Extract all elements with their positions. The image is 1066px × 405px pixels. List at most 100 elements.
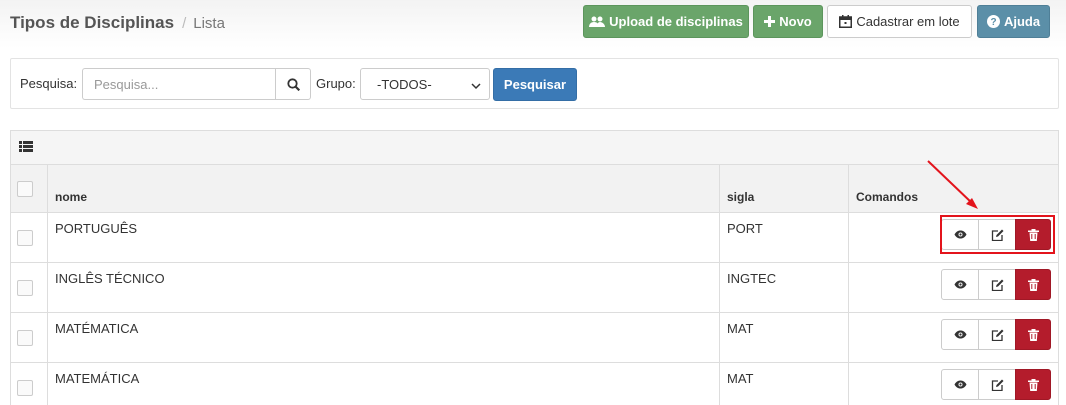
edit-icon	[991, 379, 1004, 391]
table-row: MATEMÁTICA MAT	[11, 363, 1058, 405]
search-input[interactable]	[82, 68, 276, 100]
view-button[interactable]	[941, 369, 979, 400]
list-icon	[19, 141, 33, 152]
trash-icon	[1027, 278, 1039, 291]
cell-nome: MATEMÁTICA	[48, 363, 720, 405]
new-label: Novo	[779, 14, 812, 29]
batch-register-button[interactable]: Cadastrar em lote	[827, 5, 972, 38]
column-header-sigla[interactable]: sigla	[720, 165, 849, 212]
cell-nome: PORTUGUÊS	[48, 213, 720, 262]
upload-disciplines-button[interactable]: Upload de disciplinas	[583, 5, 749, 38]
eye-icon	[954, 280, 967, 289]
edit-button[interactable]	[978, 219, 1016, 250]
plus-icon	[764, 16, 776, 27]
cell-nome: MATÉMATICA	[48, 313, 720, 362]
trash-icon	[1027, 378, 1039, 391]
cell-sigla: INGTEC	[720, 263, 849, 312]
cell-sigla-text: MAT	[727, 321, 754, 336]
cell-comandos	[849, 313, 1058, 362]
row-checkbox[interactable]	[17, 280, 33, 296]
edit-icon	[991, 229, 1004, 241]
results-table: nome sigla Comandos PORTUGUÊS PORT INGLÊ…	[10, 130, 1059, 405]
chevron-down-icon	[471, 79, 481, 94]
breadcrumb-separator: /	[182, 15, 187, 32]
column-header-sigla-label: sigla	[727, 190, 755, 204]
eye-icon	[954, 380, 967, 389]
cell-sigla-text: INGTEC	[727, 271, 777, 286]
batch-register-label: Cadastrar em lote	[856, 14, 960, 29]
cell-nome: INGLÊS TÉCNICO	[48, 263, 720, 312]
cell-nome-text: PORTUGUÊS	[55, 221, 138, 236]
cell-sigla: MAT	[720, 313, 849, 362]
row-checkbox[interactable]	[17, 380, 33, 396]
upload-disciplines-label: Upload de disciplinas	[609, 14, 743, 29]
view-button[interactable]	[941, 319, 979, 350]
group-select-value: -TODOS-	[377, 76, 432, 92]
edit-button[interactable]	[978, 319, 1016, 350]
view-button[interactable]	[941, 269, 979, 300]
eye-icon	[954, 230, 967, 239]
column-header-comandos-label: Comandos	[856, 190, 919, 204]
row-checkbox[interactable]	[17, 230, 33, 246]
delete-button[interactable]	[1015, 369, 1051, 400]
row-checkbox[interactable]	[17, 330, 33, 346]
select-all-cell	[11, 165, 48, 212]
trash-icon	[1027, 228, 1039, 241]
column-header-comandos: Comandos	[849, 165, 1058, 212]
cell-sigla-text: PORT	[727, 221, 763, 236]
cell-sigla-text: MAT	[727, 371, 754, 386]
search-panel: Pesquisa: Grupo: -TODOS- Pesquisar	[10, 58, 1059, 109]
select-all-checkbox[interactable]	[17, 181, 33, 197]
search-label: Pesquisa:	[20, 76, 78, 91]
row-select-cell	[11, 313, 48, 362]
page-title: Tipos de Disciplinas / Lista	[10, 13, 225, 33]
search-button[interactable]	[275, 68, 311, 100]
cell-sigla: MAT	[720, 363, 849, 405]
column-header-nome[interactable]: nome	[48, 165, 720, 212]
page-header: Tipos de Disciplinas / Lista Upload de dis…	[0, 0, 1066, 48]
new-button[interactable]: Novo	[753, 5, 823, 38]
delete-button[interactable]	[1015, 219, 1051, 250]
edit-button[interactable]	[978, 369, 1016, 400]
help-button[interactable]: ? Ajuda	[977, 5, 1050, 38]
svg-text:?: ?	[990, 17, 996, 28]
edit-icon	[991, 329, 1004, 341]
group-select[interactable]: -TODOS-	[360, 68, 490, 100]
row-actions	[941, 269, 1051, 300]
row-select-cell	[11, 363, 48, 405]
page-title-text: Tipos de Disciplinas	[10, 13, 175, 32]
users-icon	[589, 16, 606, 28]
cell-nome-text: MATEMÁTICA	[55, 371, 140, 386]
eye-icon	[954, 330, 967, 339]
view-button[interactable]	[941, 219, 979, 250]
row-actions	[941, 319, 1051, 350]
delete-button[interactable]	[1015, 319, 1051, 350]
table-panel-header	[11, 131, 1058, 165]
submit-search-button[interactable]: Pesquisar	[493, 68, 577, 101]
row-actions	[941, 369, 1051, 400]
trash-icon	[1027, 328, 1039, 341]
group-label: Grupo:	[316, 76, 356, 91]
cell-nome-text: INGLÊS TÉCNICO	[55, 271, 165, 286]
breadcrumb-current: Lista	[193, 15, 225, 32]
cell-nome-text: MATÉMATICA	[55, 321, 139, 336]
table-row: MATÉMATICA MAT	[11, 313, 1058, 363]
table-row: PORTUGUÊS PORT	[11, 213, 1058, 263]
question-circle-icon: ?	[986, 15, 1000, 28]
edit-button[interactable]	[978, 269, 1016, 300]
delete-button[interactable]	[1015, 269, 1051, 300]
cell-comandos	[849, 213, 1058, 262]
table-row: INGLÊS TÉCNICO INGTEC	[11, 263, 1058, 313]
cell-comandos	[849, 363, 1058, 405]
cell-comandos	[849, 263, 1058, 312]
calendar-icon	[839, 15, 853, 28]
edit-icon	[991, 279, 1004, 291]
table-header-row: nome sigla Comandos	[11, 165, 1058, 213]
cell-sigla: PORT	[720, 213, 849, 262]
help-label: Ajuda	[1003, 14, 1041, 29]
row-select-cell	[11, 263, 48, 312]
column-header-nome-label: nome	[55, 190, 88, 204]
row-select-cell	[11, 213, 48, 262]
row-actions	[941, 219, 1051, 250]
search-icon	[286, 77, 300, 91]
